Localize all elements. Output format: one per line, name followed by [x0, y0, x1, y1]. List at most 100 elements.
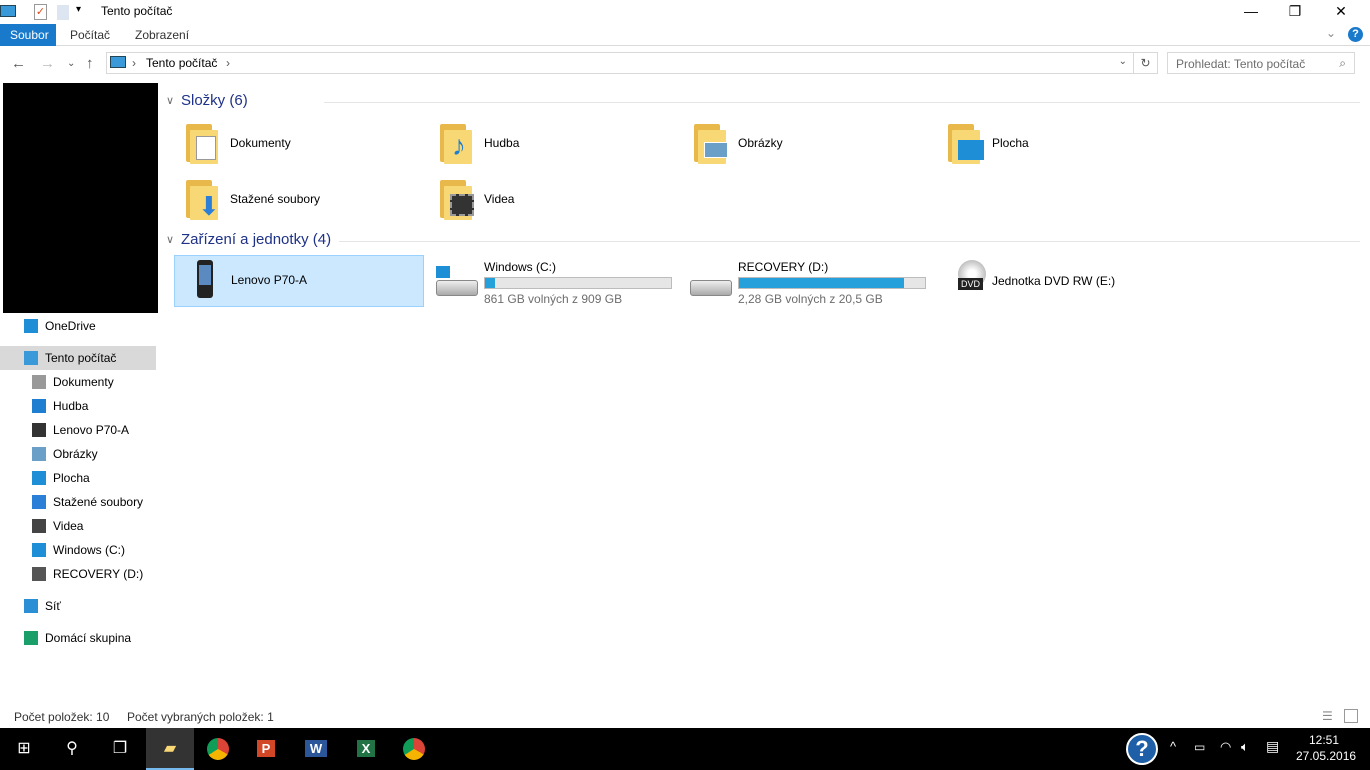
file-explorer-taskbar-icon[interactable]: ▰ — [146, 728, 194, 770]
nav-item-label: OneDrive — [45, 319, 96, 333]
quick-access-dropdown-icon[interactable]: ▾ — [76, 4, 81, 15]
homegroup-icon — [24, 631, 38, 645]
windows-drive-icon — [436, 280, 478, 296]
nav-item-videa[interactable]: Videa — [0, 514, 156, 538]
nav-item-plocha[interactable]: Plocha — [0, 466, 156, 490]
up-button[interactable]: ↑ — [86, 55, 94, 72]
group-count: (6) — [229, 92, 248, 109]
action-center-icon[interactable]: ▤ — [1266, 738, 1279, 755]
drive-dvd-e[interactable]: DVD Jednotka DVD RW (E:) — [942, 258, 1192, 308]
folder-dokumenty[interactable]: Dokumenty — [184, 120, 434, 170]
nav-item-s-[interactable]: Síť — [0, 594, 156, 618]
nav-item-label: Stažené soubory — [53, 495, 144, 509]
address-dropdown-icon[interactable]: ⌄ — [1119, 56, 1127, 67]
close-button[interactable]: ✕ — [1318, 0, 1364, 24]
drive-icon — [690, 280, 732, 296]
folder-sta-en-soubory[interactable]: ⬇ Stažené soubory — [184, 176, 434, 226]
nav-item-label: Domácí skupina — [45, 631, 132, 645]
clock[interactable]: 12:51 27.05.2016 — [1296, 732, 1356, 764]
nav-item-dokumenty[interactable]: Dokumenty — [0, 370, 156, 394]
group-title: Zařízení a jednotky — [181, 231, 309, 248]
recent-locations-icon[interactable]: ⌄ — [67, 58, 75, 69]
computer-icon — [0, 5, 16, 17]
refresh-button[interactable]: ↻ — [1134, 52, 1158, 74]
drive-usage-bar — [738, 277, 926, 289]
restore-button[interactable]: ❐ — [1272, 0, 1318, 24]
folder-videa[interactable]: Videa — [438, 176, 688, 226]
music-folder-icon: ♪ — [438, 122, 474, 164]
breadcrumb[interactable]: Tento počítač — [146, 56, 217, 70]
nav-item-windows-c-[interactable]: Windows (C:) — [0, 538, 156, 562]
volume-icon[interactable]: 🔈︎ — [1241, 739, 1249, 755]
drive-recovery-d[interactable]: RECOVERY (D:) 2,28 GB volných z 20,5 GB — [688, 258, 938, 308]
nav-item-onedrive[interactable]: OneDrive — [0, 314, 156, 338]
minimize-button[interactable]: — — [1228, 0, 1274, 24]
taskbar: ⊞ ⚲ ❐ ▰ P W X ? ^ ▭ ◠ 🔈︎ ▤ 12:51 27.05.20… — [0, 728, 1370, 770]
word-taskbar-icon[interactable]: W — [292, 728, 340, 770]
nav-item-label: Videa — [53, 519, 84, 533]
chrome-taskbar-icon[interactable] — [194, 728, 242, 770]
videos-folder-icon — [438, 178, 474, 220]
new-folder-icon[interactable] — [57, 5, 69, 20]
show-hidden-icons[interactable]: ^ — [1170, 739, 1176, 754]
phone-icon — [32, 423, 46, 437]
item-count: Počet položek: 10 — [14, 710, 110, 724]
nav-item-tento-po-ta-[interactable]: Tento počítač — [0, 346, 156, 370]
forward-button[interactable]: → — [40, 55, 55, 72]
breadcrumb-chevron-icon[interactable]: › — [226, 56, 230, 70]
powerpoint-taskbar-icon[interactable]: P — [242, 728, 290, 770]
nav-item-hudba[interactable]: Hudba — [0, 394, 156, 418]
back-button[interactable]: ← — [11, 55, 26, 72]
chrome-taskbar-icon-2[interactable] — [390, 728, 438, 770]
folder-label: Videa — [484, 192, 515, 206]
tab-soubor[interactable]: Soubor — [0, 24, 56, 46]
folder-label: Plocha — [992, 136, 1029, 150]
nav-item-label: Hudba — [53, 399, 89, 413]
help-icon[interactable]: ? — [1348, 27, 1363, 42]
documents-folder-icon — [184, 122, 220, 164]
drive-label: RECOVERY (D:) — [738, 260, 829, 274]
tab-pocitac[interactable]: Počítač — [60, 24, 120, 46]
folder-obr-zky[interactable]: Obrázky — [692, 120, 942, 170]
expand-ribbon-icon[interactable]: ⌄ — [1326, 26, 1336, 40]
wifi-icon[interactable]: ◠ — [1220, 739, 1231, 755]
group-folders-header[interactable]: ∨ Složky (6) — [164, 92, 1360, 112]
search-input[interactable]: Prohledat: Tento počítač ⌕ — [1167, 52, 1355, 74]
drive-usage-bar — [484, 277, 672, 289]
videos-icon — [32, 519, 46, 533]
nav-item-recovery-d-[interactable]: RECOVERY (D:) — [0, 562, 156, 586]
folder-plocha[interactable]: Plocha — [946, 120, 1196, 170]
address-bar[interactable]: › Tento počítač › ⌄ — [106, 52, 1134, 74]
selected-count: Počet vybraných položek: 1 — [127, 710, 274, 724]
nav-item-lenovo-p70-a[interactable]: Lenovo P70-A — [0, 418, 156, 442]
dvd-badge: DVD — [958, 278, 984, 290]
collapse-icon[interactable]: ∨ — [166, 233, 174, 246]
nav-item-label: Obrázky — [53, 447, 98, 461]
pictures-icon — [32, 447, 46, 461]
nav-item-label: RECOVERY (D:) — [53, 567, 144, 581]
collapse-icon[interactable]: ∨ — [166, 94, 174, 107]
large-icons-view-icon[interactable] — [1344, 709, 1358, 723]
nav-item-dom-c-skupina[interactable]: Domácí skupina — [0, 626, 156, 650]
properties-icon[interactable]: ✓ — [34, 4, 47, 20]
drive-windows-c[interactable]: Windows (C:) 861 GB volných z 909 GB — [434, 258, 684, 308]
help-tray-icon[interactable]: ? — [1126, 733, 1158, 765]
start-button[interactable]: ⊞ — [0, 728, 48, 770]
computer-icon — [110, 56, 126, 68]
nav-item-sta-en-soubory[interactable]: Stažené soubory — [0, 490, 156, 514]
search-taskbar-icon[interactable]: ⚲ — [48, 728, 96, 770]
battery-icon[interactable]: ▭ — [1194, 740, 1205, 754]
folder-hudba[interactable]: ♪ Hudba — [438, 120, 688, 170]
task-view-icon[interactable]: ❐ — [96, 728, 144, 770]
group-devices-header[interactable]: ∨ Zařízení a jednotky (4) — [164, 231, 1360, 251]
excel-taskbar-icon[interactable]: X — [342, 728, 390, 770]
search-icon: ⌕ — [1339, 56, 1346, 70]
tab-zobrazeni[interactable]: Zobrazení — [125, 24, 199, 46]
drive-label: Jednotka DVD RW (E:) — [992, 274, 1116, 288]
group-title: Složky — [181, 92, 226, 109]
device-lenovo-p70a[interactable]: Lenovo P70-A — [174, 255, 424, 307]
drive-label: Windows (C:) — [484, 260, 557, 274]
details-view-icon[interactable]: ☰ — [1322, 709, 1333, 723]
drive-free-space: 2,28 GB volných z 20,5 GB — [738, 292, 883, 306]
nav-item-obr-zky[interactable]: Obrázky — [0, 442, 156, 466]
